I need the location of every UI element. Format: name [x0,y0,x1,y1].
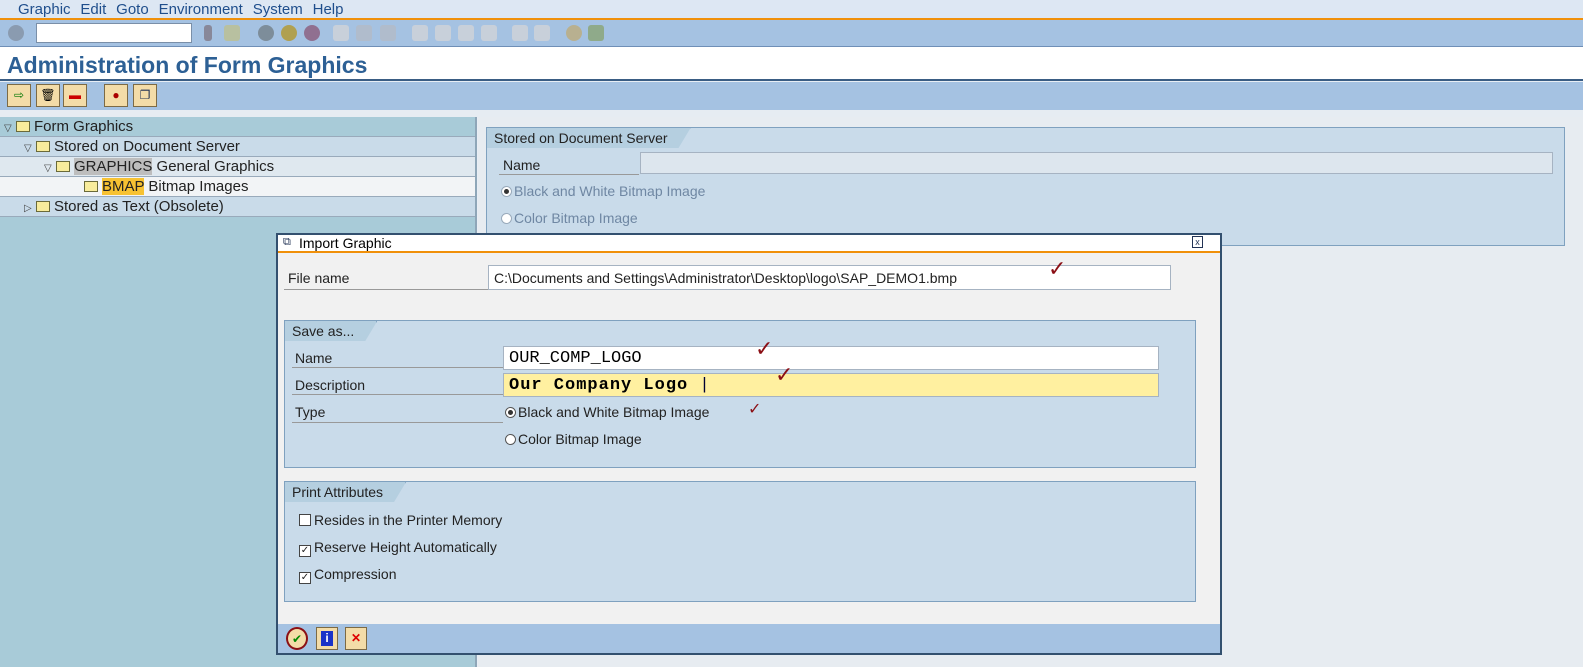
menu-help[interactable]: Help [313,0,344,20]
continue-button[interactable]: ✔ [286,627,308,650]
next-page-icon[interactable] [458,25,474,41]
folder-icon [36,141,50,152]
back-arrow-icon[interactable] [204,25,212,41]
stored-frame: Stored on Document Server Name Black and… [486,127,1565,246]
radio-bw[interactable]: Black and White Bitmap Image [501,183,705,199]
expand-icon[interactable]: ▽ [24,139,36,159]
name-label: Name [295,350,333,366]
back-icon[interactable] [258,25,274,41]
transport-button[interactable]: ▬ [63,84,87,107]
info-button[interactable]: i [316,627,338,650]
import-button[interactable]: ⇨ [7,84,31,107]
last-page-icon[interactable] [481,25,497,41]
checkbox-compression[interactable]: ✓ Compression [299,566,396,584]
expand-icon[interactable]: ▽ [4,119,16,139]
dialog-icon: ⧉ [283,236,291,248]
open-folder-icon [56,161,70,172]
folder-icon [84,181,98,192]
tree-node-document-server[interactable]: ▽ Stored on Document Server [0,137,475,157]
dialog-title-bar: ⧉ Import Graphic x [278,235,1220,253]
checkmark-annotation: ✓ [748,399,762,418]
new-session-icon[interactable] [512,25,528,41]
menu-edit[interactable]: Edit [80,0,106,20]
folder-icon [36,201,50,212]
save-icon[interactable] [224,25,240,41]
shortcut-icon[interactable] [534,25,550,41]
find-icon[interactable] [356,25,372,41]
layout-menu-icon[interactable] [588,25,604,41]
name-input[interactable] [640,152,1553,174]
checkmark-annotation: ✓ [755,337,774,362]
find-next-icon[interactable] [380,25,396,41]
type-label: Type [295,404,326,420]
file-name-input[interactable]: C:\Documents and Settings\Administrator\… [488,265,1171,290]
name-input[interactable]: OUR_COMP_LOGO [503,346,1159,370]
tree-node-form-graphics[interactable]: ▽ Form Graphics [0,117,475,137]
description-label: Description [295,377,366,393]
system-toolbar [0,20,1583,47]
type-radio-bw[interactable]: Black and White Bitmap Image [505,404,709,420]
menu-environment[interactable]: Environment [159,0,243,20]
title-bar: Administration of Form Graphics [0,47,1583,81]
collapse-icon[interactable]: ▷ [24,199,36,219]
frame-title: Stored on Document Server [487,128,691,148]
save-as-frame: Save as... Name OUR_COMP_LOGO ✓ Descript… [284,320,1196,468]
details-button[interactable]: ❐ [133,84,157,107]
enter-icon[interactable] [8,25,24,41]
command-field[interactable] [36,23,192,43]
menu-goto[interactable]: Goto [116,0,149,20]
first-page-icon[interactable] [412,25,428,41]
cancel-icon[interactable] [304,25,320,41]
cancel-button[interactable]: ✕ [345,627,367,650]
folder-icon [16,121,30,132]
print-preview-button[interactable]: ● [104,84,128,107]
file-name-label: File name [288,270,350,286]
exit-icon[interactable] [281,25,297,41]
checkmark-annotation: ✓ [775,363,794,388]
dialog-title: Import Graphic [299,235,392,251]
save-as-title: Save as... [285,321,377,341]
print-attributes-title: Print Attributes [285,482,406,502]
expand-icon[interactable]: ▽ [44,159,56,179]
print-attributes-frame: Print Attributes Resides in the Printer … [284,481,1196,602]
delete-button[interactable]: 🗑 [36,84,60,107]
menu-graphic[interactable]: Graphic [18,0,71,20]
tree-node-stored-as-text[interactable]: ▷ Stored as Text (Obsolete) [0,197,475,217]
checkbox-printer-memory[interactable]: Resides in the Printer Memory [299,512,502,528]
help-icon[interactable] [566,25,582,41]
checkmark-annotation: ✓ [1048,257,1067,282]
dialog-toolbar: ✔ i ✕ [278,624,1220,653]
previous-page-icon[interactable] [435,25,451,41]
page-title: Administration of Form Graphics [7,52,368,78]
menu-system[interactable]: System [253,0,303,20]
checkbox-reserve-height[interactable]: ✓ Reserve Height Automatically [299,539,497,557]
menu-bar: Graphic Edit Goto Environment System Hel… [0,0,1583,20]
import-graphic-dialog: ⧉ Import Graphic x File name C:\Document… [276,233,1222,655]
tree-node-graphics[interactable]: ▽ GRAPHICS General Graphics [0,157,475,177]
radio-color[interactable]: Color Bitmap Image [501,210,638,226]
description-input[interactable]: Our Company Logo | [503,373,1159,397]
tree-node-bmap[interactable]: BMAP Bitmap Images [0,177,475,197]
print-icon[interactable] [333,25,349,41]
close-icon[interactable]: x [1192,236,1203,248]
type-radio-color[interactable]: Color Bitmap Image [505,431,642,447]
application-toolbar: ⇨ 🗑 ▬ ● ❐ [0,82,1583,110]
name-label: Name [503,157,541,173]
